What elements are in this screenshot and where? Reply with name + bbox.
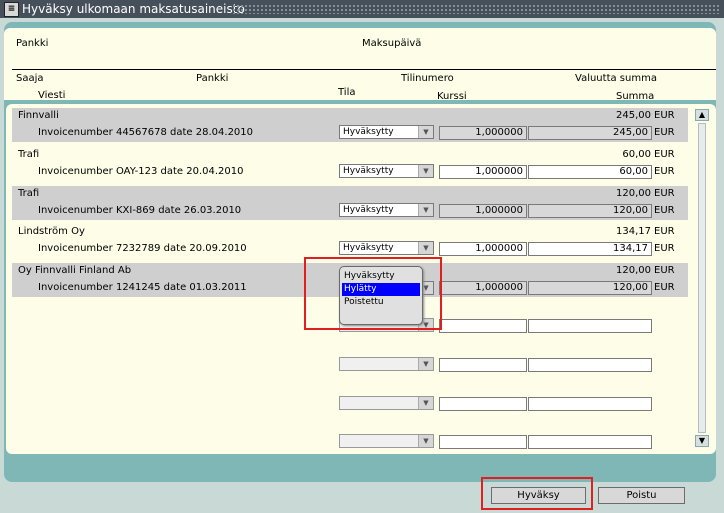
amount-field[interactable]: 245,00 bbox=[528, 126, 652, 140]
window-menu-icon[interactable]: ≡ bbox=[4, 2, 19, 17]
rate-field-empty[interactable] bbox=[439, 319, 527, 333]
amount-field-empty[interactable] bbox=[528, 397, 652, 411]
status-select[interactable]: Hyväksytty ▼ bbox=[339, 203, 434, 217]
amount-field-empty[interactable] bbox=[528, 435, 652, 449]
scroll-down-icon[interactable]: ▼ bbox=[695, 435, 709, 447]
header-pankki: Pankki bbox=[16, 38, 49, 49]
row-currency: EUR bbox=[654, 265, 675, 276]
row-amount-currency: EUR bbox=[654, 243, 675, 254]
amount-field[interactable]: 120,00 bbox=[528, 204, 652, 218]
chevron-down-icon[interactable]: ▼ bbox=[418, 126, 433, 138]
row-currency: EUR bbox=[654, 110, 675, 121]
header-tila: Tila bbox=[338, 87, 356, 98]
row-currency-amount: 120,00 bbox=[616, 265, 651, 276]
rate-field[interactable]: 1,000000 bbox=[439, 126, 527, 140]
status-select-empty[interactable]: ▼ bbox=[339, 357, 434, 371]
chevron-down-icon[interactable]: ▼ bbox=[418, 435, 433, 447]
rate-field[interactable]: 1,000000 bbox=[439, 281, 527, 295]
window-title: Hyväksy ulkomaan maksatusaineisto bbox=[22, 2, 245, 16]
header-saaja: Saaja bbox=[16, 73, 44, 84]
status-select[interactable]: Hyväksytty ▼ bbox=[339, 125, 434, 139]
row-message: Invoicenumber 7232789 date 20.09.2010 bbox=[38, 243, 247, 254]
amount-field[interactable]: 120,00 bbox=[528, 281, 652, 295]
row-currency: EUR bbox=[654, 149, 675, 160]
chevron-down-icon[interactable]: ▼ bbox=[418, 165, 433, 177]
rate-field[interactable]: 1,000000 bbox=[439, 165, 527, 179]
chevron-down-icon[interactable]: ▼ bbox=[418, 397, 433, 409]
header-summa: Summa bbox=[616, 91, 655, 102]
status-select[interactable]: Hyväksytty ▼ bbox=[339, 164, 434, 178]
scroll-track[interactable] bbox=[698, 123, 706, 433]
header-viesti: Viesti bbox=[38, 90, 66, 101]
row-currency-amount: 134,17 bbox=[616, 226, 651, 237]
header-tilinumero: Tilinumero bbox=[401, 73, 454, 84]
rate-field[interactable]: 1,000000 bbox=[439, 242, 527, 256]
chevron-down-icon[interactable]: ▼ bbox=[418, 204, 433, 216]
header-area bbox=[4, 28, 716, 100]
row-message: Invoicenumber 44567678 date 28.04.2010 bbox=[38, 127, 254, 138]
amount-field[interactable]: 134,17 bbox=[528, 242, 652, 256]
row-currency: EUR bbox=[654, 188, 675, 199]
title-bar-pattern bbox=[232, 4, 720, 14]
status-value: Hyväksytty bbox=[343, 243, 394, 253]
rate-field-empty[interactable] bbox=[439, 358, 527, 372]
title-bar: ≡ Hyväksy ulkomaan maksatusaineisto bbox=[0, 0, 724, 18]
status-select[interactable]: Hyväksytty ▼ bbox=[339, 241, 434, 255]
chevron-down-icon[interactable]: ▼ bbox=[418, 358, 433, 370]
row-message: Invoicenumber KXI-869 date 26.03.2010 bbox=[38, 205, 242, 216]
exit-button[interactable]: Poistu bbox=[598, 487, 685, 504]
status-select-empty[interactable]: ▼ bbox=[339, 434, 434, 448]
vertical-scrollbar[interactable]: ▲ ▼ bbox=[695, 109, 709, 447]
annotation-highlight-dropdown bbox=[304, 257, 442, 330]
row-currency-amount: 245,00 bbox=[616, 110, 651, 121]
amount-field-empty[interactable] bbox=[528, 358, 652, 372]
row-payee: Trafi bbox=[18, 149, 40, 160]
scroll-up-icon[interactable]: ▲ bbox=[695, 109, 709, 121]
row-payee: Trafi bbox=[18, 188, 40, 199]
header-kurssi: Kurssi bbox=[437, 91, 467, 102]
row-amount-currency: EUR bbox=[654, 166, 675, 177]
status-select-empty[interactable]: ▼ bbox=[339, 396, 434, 410]
rate-field[interactable]: 1,000000 bbox=[439, 204, 527, 218]
header-valuutta-summa: Valuutta summa bbox=[575, 73, 657, 84]
row-currency-amount: 120,00 bbox=[616, 188, 651, 199]
chevron-down-icon[interactable]: ▼ bbox=[418, 242, 433, 254]
row-amount-currency: EUR bbox=[654, 282, 675, 293]
status-value: Hyväksytty bbox=[343, 205, 394, 215]
row-currency-amount: 60,00 bbox=[622, 149, 651, 160]
row-currency: EUR bbox=[654, 226, 675, 237]
approve-button[interactable]: Hyväksy bbox=[491, 487, 586, 504]
row-payee: Finnvalli bbox=[18, 110, 59, 121]
rate-field-empty[interactable] bbox=[439, 435, 527, 449]
header-maksupaiva: Maksupäivä bbox=[362, 38, 422, 49]
row-message: Invoicenumber OAY-123 date 20.04.2010 bbox=[38, 166, 244, 177]
header-pankki-col: Pankki bbox=[196, 73, 229, 84]
row-amount-currency: EUR bbox=[654, 205, 675, 216]
status-value: Hyväksytty bbox=[343, 127, 394, 137]
status-value: Hyväksytty bbox=[343, 166, 394, 176]
amount-field-empty[interactable] bbox=[528, 319, 652, 333]
amount-field[interactable]: 60,00 bbox=[528, 165, 652, 179]
header-divider bbox=[12, 69, 716, 70]
rate-field-empty[interactable] bbox=[439, 397, 527, 411]
row-message: Invoicenumber 1241245 date 01.03.2011 bbox=[38, 282, 247, 293]
row-amount-currency: EUR bbox=[654, 127, 675, 138]
row-payee: Lindström Oy bbox=[18, 226, 85, 237]
row-payee: Oy Finnvalli Finland Ab bbox=[18, 265, 132, 276]
